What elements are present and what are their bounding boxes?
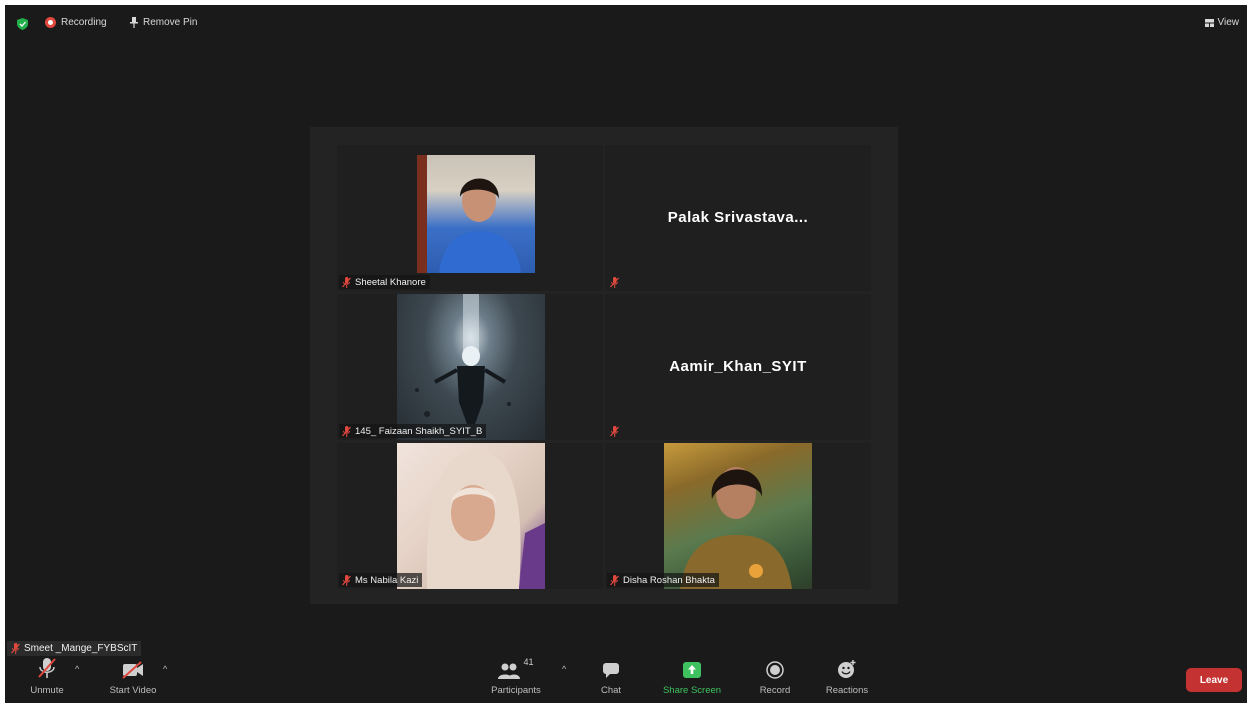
mic-muted-icon xyxy=(610,574,619,586)
unmute-label: Unmute xyxy=(30,685,64,696)
participant-tile[interactable]: 145_ Faizaan Shaikh_SYIT_B xyxy=(337,294,603,440)
participants-button[interactable]: 41 Participants xyxy=(483,655,549,696)
participant-video xyxy=(664,443,812,589)
person-silhouette-icon xyxy=(426,451,545,589)
mic-muted-icon xyxy=(11,643,20,654)
participant-tile[interactable]: Ms Nabila Kazi xyxy=(337,443,603,589)
share-screen-button[interactable]: Share Screen xyxy=(655,655,729,696)
gallery-grid: Sheetal Khanore Palak Srivastava... 145_… xyxy=(310,127,898,604)
person-silhouette-icon xyxy=(417,155,521,273)
participant-nameplate: 145_ Faizaan Shaikh_SYIT_B xyxy=(339,424,487,438)
view-button[interactable]: View xyxy=(1204,17,1240,28)
self-name: Smeet _Mange_FYBScIT xyxy=(24,643,138,654)
grid-view-icon xyxy=(1204,18,1214,27)
encryption-shield-icon[interactable] xyxy=(17,18,28,30)
reactions-smiley-icon xyxy=(838,660,856,678)
recording-indicator[interactable]: Recording xyxy=(45,17,107,28)
record-label: Record xyxy=(759,685,791,696)
record-icon xyxy=(766,661,784,679)
remove-pin-button[interactable]: Remove Pin xyxy=(130,17,197,28)
participants-icon xyxy=(498,663,521,679)
participant-nameplate xyxy=(607,424,623,438)
microphone-muted-icon xyxy=(38,658,56,678)
participant-nameplate: Sheetal Khanore xyxy=(339,275,430,289)
reactions-label: Reactions xyxy=(825,685,869,696)
participant-display-name: Palak Srivastava... xyxy=(667,209,809,226)
participant-tile[interactable]: Aamir_Khan_SYIT xyxy=(605,294,871,440)
participants-count: 41 xyxy=(523,657,534,667)
participant-tile[interactable]: Palak Srivastava... xyxy=(605,145,871,291)
participant-display-name: Aamir_Khan_SYIT xyxy=(669,358,807,375)
leave-button[interactable]: Leave xyxy=(1186,668,1242,692)
remove-pin-label: Remove Pin xyxy=(143,17,198,28)
chat-button[interactable]: Chat xyxy=(591,655,631,696)
mic-muted-icon xyxy=(342,276,351,288)
participant-nameplate xyxy=(607,275,623,289)
start-video-button[interactable]: Start Video xyxy=(103,655,163,696)
participant-nameplate: Disha Roshan Bhakta xyxy=(607,573,719,587)
video-camera-off-icon xyxy=(122,661,143,679)
start-video-label: Start Video xyxy=(109,685,157,696)
mic-muted-icon xyxy=(342,425,351,437)
participant-tile[interactable]: Disha Roshan Bhakta xyxy=(605,443,871,589)
audio-options-caret-icon[interactable]: ^ xyxy=(75,664,79,674)
record-dot-icon xyxy=(45,17,56,28)
view-label: View xyxy=(1217,17,1240,28)
meeting-toolbar: Unmute ^ Start Video ^ 41 Participants ^… xyxy=(5,655,1247,703)
mic-muted-icon xyxy=(610,276,619,288)
participant-video xyxy=(417,155,535,273)
participant-name: 145_ Faizaan Shaikh_SYIT_B xyxy=(355,425,483,437)
participant-video xyxy=(397,294,545,440)
participant-name: Ms Nabila Kazi xyxy=(355,574,419,586)
unmute-button[interactable]: Unmute xyxy=(23,655,71,696)
mic-muted-icon xyxy=(342,574,351,586)
participants-options-caret-icon[interactable]: ^ xyxy=(562,664,566,674)
pin-icon xyxy=(130,17,138,28)
share-screen-label: Share Screen xyxy=(662,685,722,696)
share-screen-arrow-icon xyxy=(683,662,701,678)
top-bar: Recording Remove Pin View xyxy=(5,5,1247,41)
record-button[interactable]: Record xyxy=(753,655,797,696)
avatar-figure-icon xyxy=(415,294,511,424)
chat-bubble-icon xyxy=(603,663,619,678)
participant-name: Disha Roshan Bhakta xyxy=(623,574,715,586)
person-silhouette-icon xyxy=(680,467,792,589)
participant-tile[interactable]: Sheetal Khanore xyxy=(337,145,603,291)
recording-label: Recording xyxy=(61,17,107,28)
chat-label: Chat xyxy=(600,685,622,696)
participants-label: Participants xyxy=(491,685,541,696)
self-view-nameplate: Smeet _Mange_FYBScIT xyxy=(7,641,142,656)
participant-video xyxy=(397,443,545,589)
reactions-button[interactable]: Reactions xyxy=(819,655,875,696)
zoom-meeting-window: Recording Remove Pin View Sheetal Khanor… xyxy=(5,5,1247,703)
mic-muted-icon xyxy=(610,425,619,437)
participant-name: Sheetal Khanore xyxy=(355,276,426,288)
video-options-caret-icon[interactable]: ^ xyxy=(163,664,167,674)
participant-nameplate: Ms Nabila Kazi xyxy=(339,573,423,587)
